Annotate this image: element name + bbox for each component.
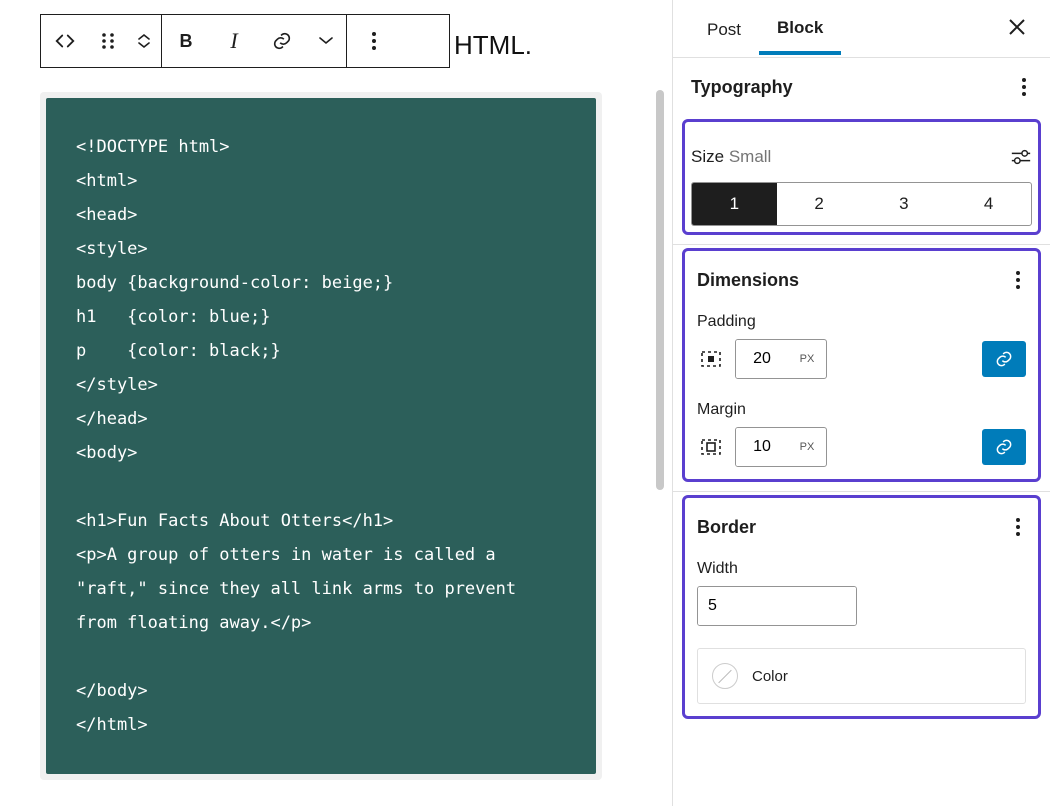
border-color-label: Color bbox=[752, 668, 788, 685]
code-block-container: <!DOCTYPE html> <html> <head> <style> bo… bbox=[40, 92, 602, 780]
tab-post[interactable]: Post bbox=[689, 4, 759, 54]
sidebar-tabs: Post Block bbox=[673, 0, 1050, 58]
block-toolbar: B I bbox=[40, 14, 450, 68]
color-swatch-none-icon bbox=[712, 663, 738, 689]
font-size-segments: 1 2 3 4 bbox=[691, 182, 1032, 226]
link-icon bbox=[271, 30, 293, 52]
margin-input-group: PX bbox=[735, 427, 827, 467]
size-seg-1[interactable]: 1 bbox=[692, 183, 777, 225]
link-icon bbox=[994, 437, 1014, 457]
chevron-up-icon bbox=[138, 33, 150, 41]
more-vertical-icon bbox=[366, 26, 382, 56]
margin-input[interactable] bbox=[736, 428, 788, 466]
dimensions-title: Dimensions bbox=[697, 270, 799, 291]
more-options-button[interactable] bbox=[347, 15, 401, 67]
scrollbar-thumb[interactable] bbox=[656, 90, 664, 490]
border-options-button[interactable] bbox=[1010, 512, 1026, 542]
code-block[interactable]: <!DOCTYPE html> <html> <head> <style> bo… bbox=[46, 98, 596, 774]
link-button[interactable] bbox=[258, 15, 306, 67]
trailing-text: HTML. bbox=[454, 30, 532, 61]
margin-sides-button[interactable] bbox=[697, 433, 725, 461]
border-title: Border bbox=[697, 517, 756, 538]
close-icon bbox=[1008, 18, 1026, 36]
drag-icon bbox=[101, 32, 115, 50]
code-icon bbox=[54, 30, 76, 52]
more-rich-text-button[interactable] bbox=[306, 15, 346, 67]
dimensions-options-button[interactable] bbox=[1010, 265, 1026, 295]
dimensions-panel: Dimensions Padding PX bbox=[673, 245, 1050, 492]
chevron-down-icon bbox=[319, 37, 333, 45]
margin-unit[interactable]: PX bbox=[788, 428, 826, 466]
chevron-down-icon bbox=[138, 41, 150, 49]
padding-input-group: PX bbox=[735, 339, 827, 379]
padding-input[interactable] bbox=[736, 340, 788, 378]
padding-link-sides-button[interactable] bbox=[982, 341, 1026, 377]
margin-link-sides-button[interactable] bbox=[982, 429, 1026, 465]
padding-unit[interactable]: PX bbox=[788, 340, 826, 378]
font-size-label: Size Small bbox=[691, 147, 771, 167]
block-mover[interactable] bbox=[127, 33, 161, 49]
border-panel: Border Width PX Color bbox=[673, 492, 1050, 728]
size-seg-4[interactable]: 4 bbox=[946, 183, 1031, 225]
margin-label: Margin bbox=[697, 401, 1026, 419]
drag-handle[interactable] bbox=[89, 32, 127, 50]
custom-size-button[interactable] bbox=[1010, 146, 1032, 168]
border-width-input-group: PX bbox=[697, 586, 857, 626]
italic-button[interactable]: I bbox=[210, 15, 258, 67]
padding-sides-button[interactable] bbox=[697, 345, 725, 373]
bold-button[interactable]: B bbox=[162, 15, 210, 67]
link-icon bbox=[994, 349, 1014, 369]
close-sidebar-button[interactable] bbox=[1000, 8, 1034, 50]
box-padding-icon bbox=[699, 347, 723, 371]
typography-title: Typography bbox=[691, 77, 793, 98]
typography-options-button[interactable] bbox=[1016, 72, 1032, 102]
border-width-input[interactable] bbox=[698, 587, 857, 625]
settings-sidebar: Post Block Typography Size Small bbox=[672, 0, 1050, 806]
size-seg-3[interactable]: 3 bbox=[862, 183, 947, 225]
tab-block[interactable]: Block bbox=[759, 2, 841, 55]
box-margin-icon bbox=[699, 435, 723, 459]
sliders-icon bbox=[1010, 146, 1032, 168]
border-color-button[interactable]: Color bbox=[697, 648, 1026, 704]
border-width-label: Width bbox=[697, 560, 1026, 578]
block-type-button[interactable] bbox=[41, 15, 89, 67]
typography-panel: Typography Size Small 1 bbox=[673, 58, 1050, 245]
editor-pane: B I HTML. <!DOCTYPE html> <html> <head> … bbox=[0, 0, 672, 806]
typography-highlight: Size Small 1 2 3 4 bbox=[685, 122, 1038, 232]
padding-label: Padding bbox=[697, 313, 1026, 331]
size-seg-2[interactable]: 2 bbox=[777, 183, 862, 225]
